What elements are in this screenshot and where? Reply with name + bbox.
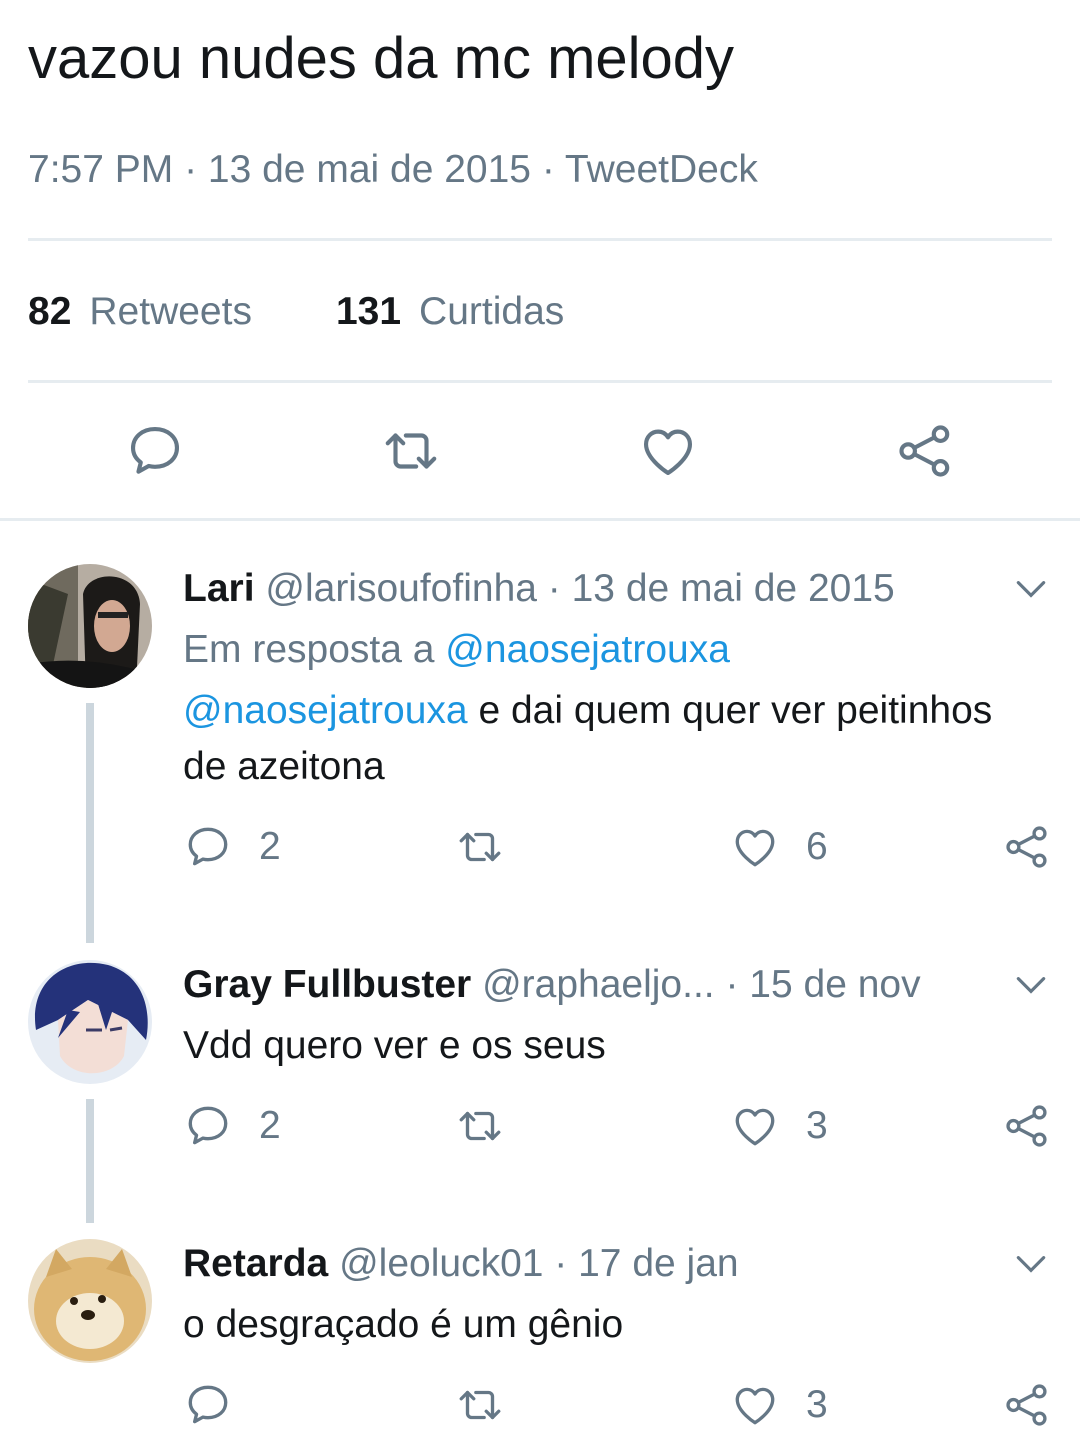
retweet-button[interactable] (455, 1101, 505, 1151)
reply-count: 2 (259, 1104, 281, 1147)
retweet-icon (459, 832, 501, 862)
reply-author-name[interactable]: Gray Fullbuster (183, 963, 471, 1006)
tweet-actions (0, 420, 1080, 482)
retweets-stat[interactable]: 82 Retweets (28, 288, 252, 336)
reply-button[interactable] (183, 1380, 259, 1430)
reply-button[interactable]: 2 (183, 822, 281, 872)
retweet-button[interactable] (455, 822, 505, 872)
reply-date: · 13 de mai de 2015 (547, 567, 895, 610)
like-button[interactable]: 3 (730, 1380, 828, 1430)
reply-author-name[interactable]: Lari (183, 567, 255, 610)
tweet-text: vazou nudes da mc melody (28, 26, 735, 91)
reply-icon (188, 1385, 228, 1424)
tweet-stats: 82 Retweets 131 Curtidas (28, 288, 648, 336)
reply-text: Vdd quero ver e os seus (183, 1018, 1050, 1074)
in-reply-prefix: Em resposta a (183, 628, 435, 671)
reply-text: o desgraçado é um gênio (183, 1297, 1050, 1353)
reply-body: o desgraçado é um gênio (183, 1303, 624, 1346)
share-button[interactable] (1002, 822, 1052, 872)
reply-body-cont: de azeitona (183, 745, 385, 788)
share-icon (1006, 826, 1047, 868)
like-button[interactable]: 6 (730, 822, 828, 872)
like-icon[interactable] (637, 420, 699, 482)
likes-stat[interactable]: 131 Curtidas (336, 288, 564, 336)
thread-line (86, 1099, 94, 1223)
chevron-down-icon[interactable] (1012, 570, 1050, 608)
reply-date: · 17 de jan (554, 1242, 739, 1285)
retweet-button[interactable] (455, 1380, 505, 1430)
avatar[interactable] (28, 1239, 152, 1363)
divider (28, 380, 1052, 383)
reply-author-name[interactable]: Retarda (183, 1242, 328, 1285)
like-icon (735, 829, 775, 867)
reply-body: Vdd quero ver e os seus (183, 1024, 606, 1067)
chevron-down-icon[interactable] (1012, 1245, 1050, 1283)
reply-icon (188, 827, 228, 866)
reply-count: 2 (259, 825, 281, 868)
retweets-count: 82 (28, 290, 72, 333)
reply-author-handle[interactable]: @leoluck01 (339, 1242, 543, 1285)
share-icon (1006, 1105, 1047, 1147)
retweets-label: Retweets (89, 290, 252, 333)
divider (28, 238, 1052, 241)
reply-icon[interactable] (124, 420, 186, 482)
like-icon (735, 1387, 775, 1425)
thread-line (86, 703, 94, 943)
reply-button[interactable]: 2 (183, 1101, 281, 1151)
likes-label: Curtidas (419, 290, 565, 333)
reply-header: Retarda @leoluck01 · 17 de jan (183, 1240, 739, 1288)
like-count: 6 (806, 825, 828, 868)
share-icon (1006, 1384, 1047, 1426)
share-button[interactable] (1002, 1101, 1052, 1151)
share-button[interactable] (1002, 1380, 1052, 1430)
reply-mention[interactable]: @naosejatrouxa (183, 689, 468, 732)
retweet-icon (459, 1111, 501, 1141)
in-reply-handle[interactable]: @naosejatrouxa (445, 628, 730, 671)
reply-author-handle[interactable]: @raphaeljo... (482, 963, 715, 1006)
avatar[interactable] (28, 960, 152, 1084)
reply-author-handle[interactable]: @larisoufofinha (265, 567, 537, 610)
like-button[interactable]: 3 (730, 1101, 828, 1151)
reply-header: Gray Fullbuster @raphaeljo... · 15 de no… (183, 961, 921, 1009)
like-count: 3 (806, 1104, 828, 1147)
likes-count: 131 (335, 290, 402, 333)
reply-date: · 15 de nov (725, 963, 921, 1006)
tweet-meta: 7:57 PM · 13 de mai de 2015 · TweetDeck (28, 148, 758, 191)
retweet-icon (459, 1390, 501, 1420)
section-divider (0, 518, 1080, 521)
chevron-down-icon[interactable] (1012, 966, 1050, 1004)
retweet-icon[interactable] (380, 420, 442, 482)
avatar[interactable] (28, 564, 152, 688)
in-reply-to: Em resposta a @naosejatrouxa (183, 622, 1050, 678)
reply-body: e dai quem quer ver peitinhos (478, 689, 993, 732)
like-count: 3 (806, 1383, 828, 1426)
reply-text: @naosejatrouxa e dai quem quer ver peiti… (183, 683, 1050, 795)
share-icon[interactable] (894, 420, 956, 482)
reply-icon (188, 1106, 228, 1145)
reply-header: Lari @larisoufofinha · 13 de mai de 2015 (183, 565, 895, 613)
like-icon (735, 1108, 775, 1146)
